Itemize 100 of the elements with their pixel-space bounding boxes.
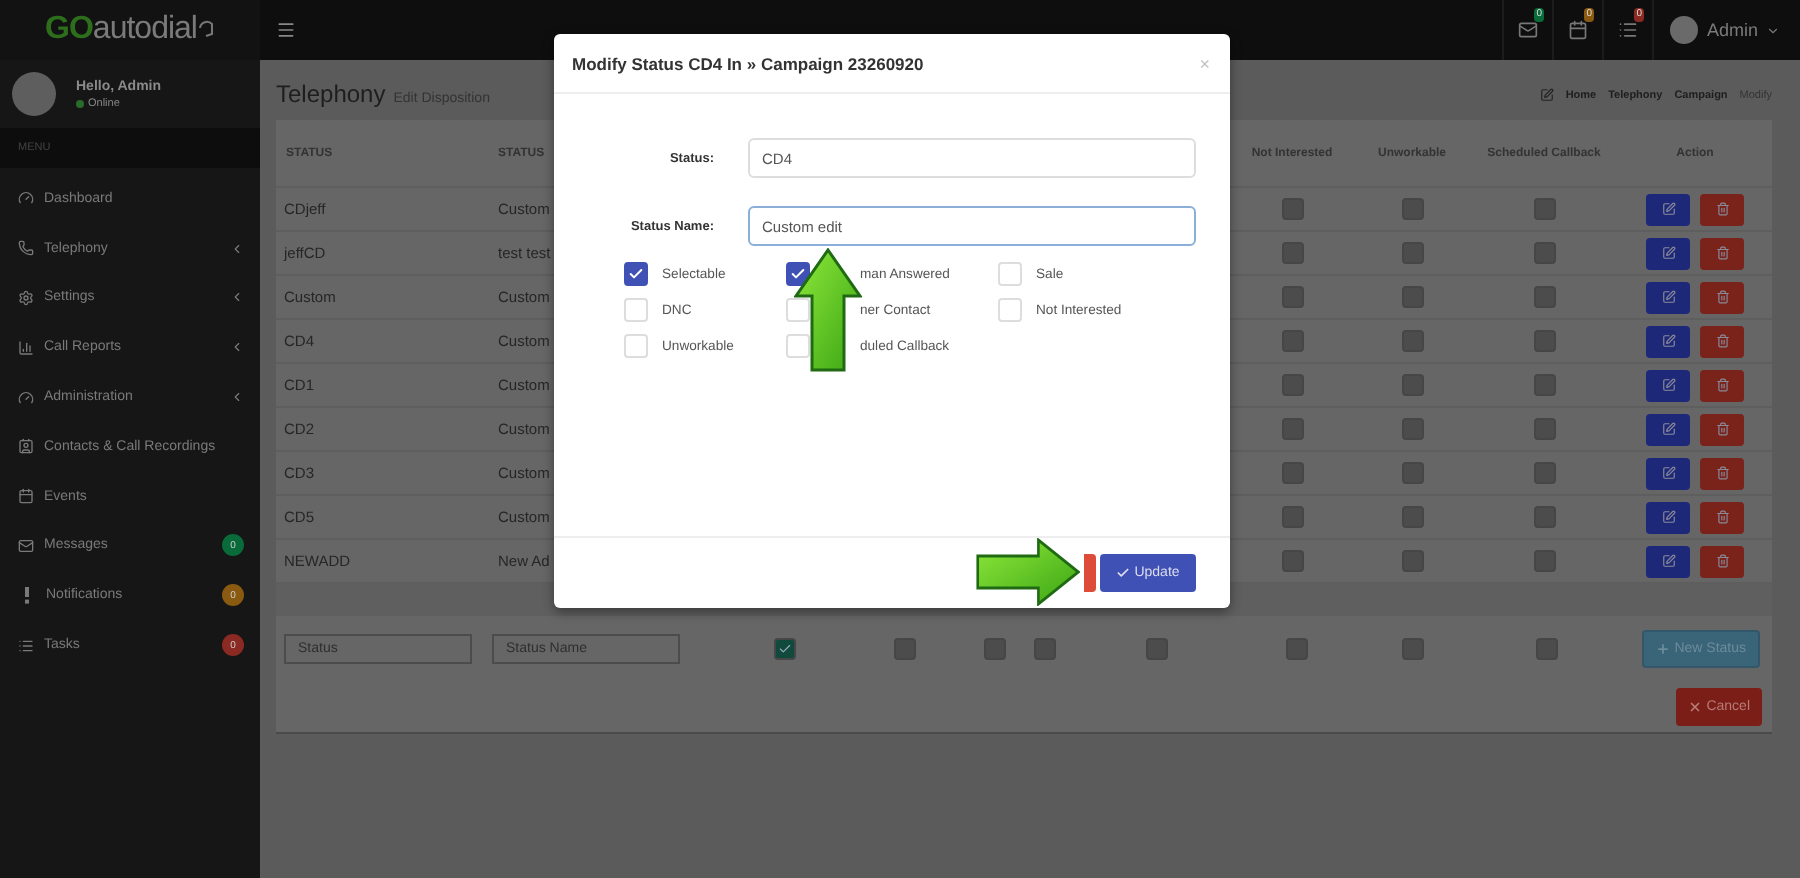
mail-icon[interactable] [1518,20,1539,40]
check-icon [628,266,644,282]
mail-icon [18,537,34,554]
delete-button[interactable] [1700,369,1744,401]
edit-button[interactable] [1646,369,1690,401]
pencil-icon [1661,378,1675,392]
trash-icon [1715,554,1729,568]
menu-icon [275,20,295,40]
edit-button[interactable] [1646,413,1690,445]
list-icon[interactable] [1618,20,1639,40]
pencil-icon [1661,466,1675,480]
chevron-icon [230,290,244,305]
checkbox[interactable] [1285,637,1307,659]
checkbox[interactable] [1281,198,1303,220]
pencil-icon [1661,422,1675,436]
trash-icon [1715,422,1729,436]
checkbox[interactable] [1401,242,1423,264]
cancel-button[interactable] [1084,554,1096,592]
delete-button[interactable] [1700,237,1744,269]
checkbox[interactable] [983,637,1005,659]
checkbox[interactable] [1401,330,1423,352]
edit-button[interactable] [1646,545,1690,577]
plus-icon [1656,641,1671,655]
delete-button[interactable] [1700,545,1744,577]
delete-button[interactable] [1700,325,1744,357]
trash-icon [1715,510,1729,524]
checkbox[interactable] [1401,550,1423,572]
gauge-icon [18,190,34,207]
contact-card-icon [18,438,34,455]
modal-title: Modify Status CD4 In » Campaign 23260920 [572,53,926,73]
pencil-icon [1661,202,1675,216]
list-icon [18,637,34,654]
checkbox[interactable] [1281,242,1303,264]
checkbox[interactable] [893,637,915,659]
edit-button[interactable] [1646,193,1690,225]
phone-icon [18,240,34,257]
page-title: Telephony [276,80,386,108]
pencil-icon [1661,290,1675,304]
delete-button[interactable] [1700,193,1744,225]
delete-button[interactable] [1700,457,1744,489]
trash-icon [1715,202,1729,216]
checkbox[interactable] [1533,506,1555,528]
calendar-icon [18,488,34,505]
edit-button[interactable] [1646,457,1690,489]
checkbox[interactable] [1533,330,1555,352]
trash-icon [1715,334,1729,348]
gauge-icon [18,389,34,406]
checkbox[interactable] [1145,637,1167,659]
checkbox[interactable] [1401,374,1423,396]
checkbox[interactable] [1533,242,1555,264]
edit-button[interactable] [1646,281,1690,313]
checkbox[interactable] [1401,286,1423,308]
checkbox[interactable] [1281,330,1303,352]
bar-chart-icon [18,339,34,356]
pencil-icon [1661,246,1675,260]
checkbox[interactable] [624,262,648,286]
gear-icon [18,289,34,306]
avatar [12,72,56,116]
checkbox[interactable] [1281,418,1303,440]
checkbox[interactable] [1533,198,1555,220]
trash-icon [1715,466,1729,480]
pencil-icon [1661,334,1675,348]
checkbox[interactable] [1033,637,1055,659]
right-arrow-icon [976,538,1080,606]
delete-button[interactable] [1700,501,1744,533]
checkbox[interactable] [786,262,810,286]
checkbox[interactable] [1401,637,1423,659]
chevron-icon [230,340,244,355]
delete-button[interactable] [1700,281,1744,313]
checkbox[interactable] [1533,374,1555,396]
checkbox[interactable] [1281,550,1303,572]
edit-button[interactable] [1646,501,1690,533]
caret-icon [1766,23,1780,37]
checkbox[interactable] [1281,374,1303,396]
checkbox[interactable] [1281,462,1303,484]
trash-icon [1715,246,1729,260]
pencil-icon [1539,88,1554,102]
checkbox[interactable] [1281,286,1303,308]
edit-button[interactable] [1646,325,1690,357]
check-icon [790,266,806,282]
trash-icon [1715,290,1729,304]
checkbox[interactable] [1533,286,1555,308]
checkbox[interactable] [1533,418,1555,440]
up-arrow-icon [794,248,862,372]
check-icon [1116,566,1131,580]
delete-button[interactable] [1700,413,1744,445]
chevron-icon [230,241,244,256]
pencil-icon [1661,510,1675,524]
checkbox[interactable] [1401,462,1423,484]
edit-button[interactable] [1646,237,1690,269]
checkbox[interactable] [1401,506,1423,528]
checkbox[interactable] [1535,637,1557,659]
trash-icon [1715,378,1729,392]
checkbox[interactable] [1533,550,1555,572]
checkbox[interactable] [1281,506,1303,528]
checkbox[interactable] [1401,418,1423,440]
checkbox[interactable] [773,637,795,659]
checkbox[interactable] [1401,198,1423,220]
calendar-icon[interactable] [1568,20,1589,40]
checkbox[interactable] [1533,462,1555,484]
